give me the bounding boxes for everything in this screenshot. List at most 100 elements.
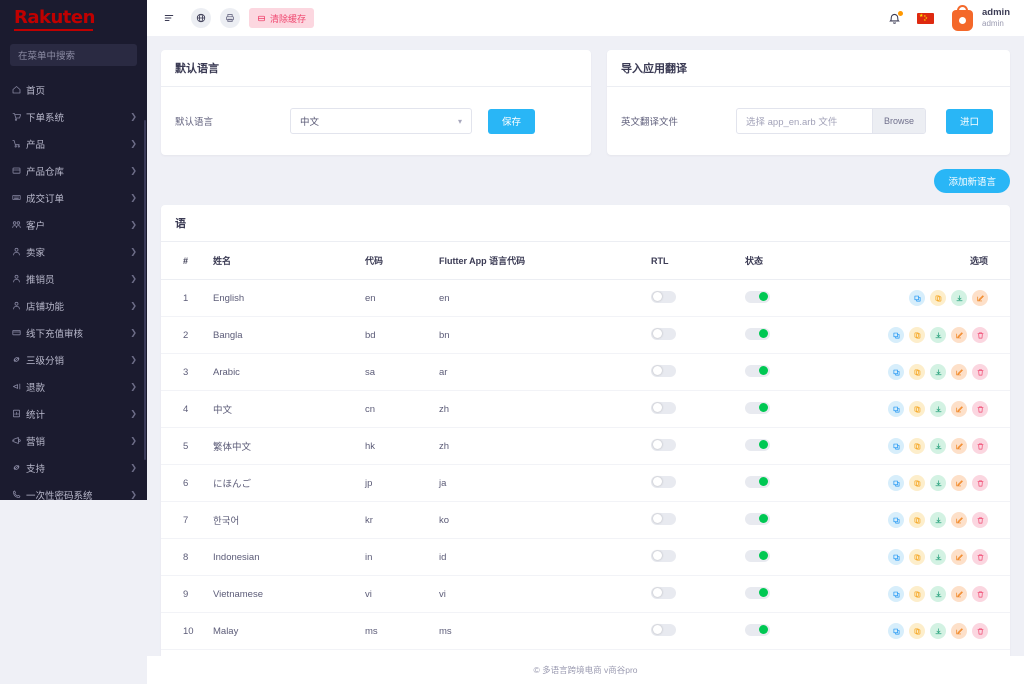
browse-button[interactable]: Browse (872, 109, 925, 133)
delete-icon-button[interactable] (972, 623, 988, 639)
file-input[interactable]: 选择 app_en.arb 文件 Browse (736, 108, 926, 134)
edit-icon-button[interactable] (951, 438, 967, 454)
user-menu[interactable]: admin admin (982, 7, 1010, 29)
delete-icon-button[interactable] (972, 364, 988, 380)
save-button[interactable]: 保存 (488, 109, 535, 134)
download-icon-button[interactable] (930, 475, 946, 491)
menu-toggle-icon[interactable] (161, 8, 177, 28)
status-toggle[interactable] (745, 476, 770, 488)
delete-icon-button[interactable] (972, 549, 988, 565)
edit-icon-button[interactable] (972, 290, 988, 306)
sidebar-search-input[interactable]: 在菜单中搜索 (10, 44, 137, 66)
translate-icon-button[interactable] (888, 512, 904, 528)
rtl-toggle[interactable] (651, 550, 676, 562)
edit-icon-button[interactable] (951, 623, 967, 639)
download-icon-button[interactable] (930, 364, 946, 380)
status-toggle[interactable] (745, 624, 770, 636)
rtl-toggle[interactable] (651, 513, 676, 525)
rtl-toggle[interactable] (651, 439, 676, 451)
sidebar-item-10[interactable]: 三级分销❯ (0, 346, 147, 373)
notifications-bell-icon[interactable] (888, 12, 901, 25)
copy-icon-button[interactable] (909, 549, 925, 565)
status-toggle[interactable] (745, 291, 770, 303)
sidebar-item-7[interactable]: 推销员❯ (0, 265, 147, 292)
sidebar-item-15[interactable]: 一次性密码系统❯ (0, 481, 147, 500)
download-icon-button[interactable] (930, 401, 946, 417)
sidebar-item-14[interactable]: 支持❯ (0, 454, 147, 481)
copy-icon-button[interactable] (909, 586, 925, 602)
copy-icon-button[interactable] (909, 401, 925, 417)
sidebar-item-12[interactable]: 统计❯ (0, 400, 147, 427)
download-icon-button[interactable] (930, 549, 946, 565)
sidebar-item-0[interactable]: 首页 (0, 76, 147, 103)
download-icon-button[interactable] (930, 438, 946, 454)
translate-icon-button[interactable] (888, 438, 904, 454)
delete-icon-button[interactable] (972, 438, 988, 454)
status-toggle[interactable] (745, 513, 770, 525)
rtl-toggle[interactable] (651, 328, 676, 340)
rtl-toggle[interactable] (651, 624, 676, 636)
clear-cache-button[interactable]: 清除缓存 (249, 8, 314, 28)
download-icon-button[interactable] (930, 586, 946, 602)
download-icon-button[interactable] (951, 290, 967, 306)
sidebar-item-8[interactable]: 店铺功能❯ (0, 292, 147, 319)
edit-icon-button[interactable] (951, 401, 967, 417)
status-toggle[interactable] (745, 587, 770, 599)
sidebar-item-1[interactable]: 下单系统❯ (0, 103, 147, 130)
download-icon-button[interactable] (930, 327, 946, 343)
sidebar-item-2[interactable]: 产品❯ (0, 130, 147, 157)
rtl-toggle[interactable] (651, 587, 676, 599)
download-icon-button[interactable] (930, 512, 946, 528)
copy-icon-button[interactable] (909, 327, 925, 343)
default-language-select[interactable]: 中文 ▾ (290, 108, 472, 134)
copy-icon-button[interactable] (909, 438, 925, 454)
brand-logo[interactable]: Rakuten (0, 0, 147, 36)
copy-icon-button[interactable] (909, 623, 925, 639)
sidebar-item-3[interactable]: 产品仓库❯ (0, 157, 147, 184)
copy-icon-button[interactable] (909, 475, 925, 491)
sidebar-scrollbar[interactable] (144, 120, 146, 460)
delete-icon-button[interactable] (972, 475, 988, 491)
sidebar-item-5[interactable]: 客户❯ (0, 211, 147, 238)
edit-icon-button[interactable] (951, 512, 967, 528)
add-language-button[interactable]: 添加新语言 (934, 169, 1010, 193)
status-toggle[interactable] (745, 328, 770, 340)
edit-icon-button[interactable] (951, 549, 967, 565)
status-toggle[interactable] (745, 365, 770, 377)
translate-icon-button[interactable] (888, 475, 904, 491)
language-flag-icon[interactable]: ★ ★ ★ ★ (917, 13, 934, 24)
edit-icon-button[interactable] (951, 586, 967, 602)
translate-icon-button[interactable] (888, 401, 904, 417)
edit-icon-button[interactable] (951, 475, 967, 491)
status-toggle[interactable] (745, 550, 770, 562)
edit-icon-button[interactable] (951, 327, 967, 343)
rtl-toggle[interactable] (651, 365, 676, 377)
rtl-toggle[interactable] (651, 402, 676, 414)
globe-icon[interactable] (191, 8, 211, 28)
copy-icon-button[interactable] (909, 364, 925, 380)
delete-icon-button[interactable] (972, 586, 988, 602)
translate-icon-button[interactable] (888, 327, 904, 343)
sidebar-item-11[interactable]: 退款❯ (0, 373, 147, 400)
delete-icon-button[interactable] (972, 327, 988, 343)
translate-icon-button[interactable] (888, 623, 904, 639)
status-toggle[interactable] (745, 439, 770, 451)
copy-icon-button[interactable] (930, 290, 946, 306)
translate-icon-button[interactable] (888, 364, 904, 380)
sidebar-item-13[interactable]: 营销❯ (0, 427, 147, 454)
rtl-toggle[interactable] (651, 476, 676, 488)
import-button[interactable]: 进口 (946, 109, 993, 134)
sidebar-item-9[interactable]: 线下充值审核❯ (0, 319, 147, 346)
sidebar-item-6[interactable]: 卖家❯ (0, 238, 147, 265)
download-icon-button[interactable] (930, 623, 946, 639)
translate-icon-button[interactable] (888, 586, 904, 602)
translate-icon-button[interactable] (909, 290, 925, 306)
print-icon[interactable] (220, 8, 240, 28)
delete-icon-button[interactable] (972, 512, 988, 528)
copy-icon-button[interactable] (909, 512, 925, 528)
status-toggle[interactable] (745, 402, 770, 414)
avatar[interactable] (950, 5, 975, 31)
edit-icon-button[interactable] (951, 364, 967, 380)
translate-icon-button[interactable] (888, 549, 904, 565)
rtl-toggle[interactable] (651, 291, 676, 303)
